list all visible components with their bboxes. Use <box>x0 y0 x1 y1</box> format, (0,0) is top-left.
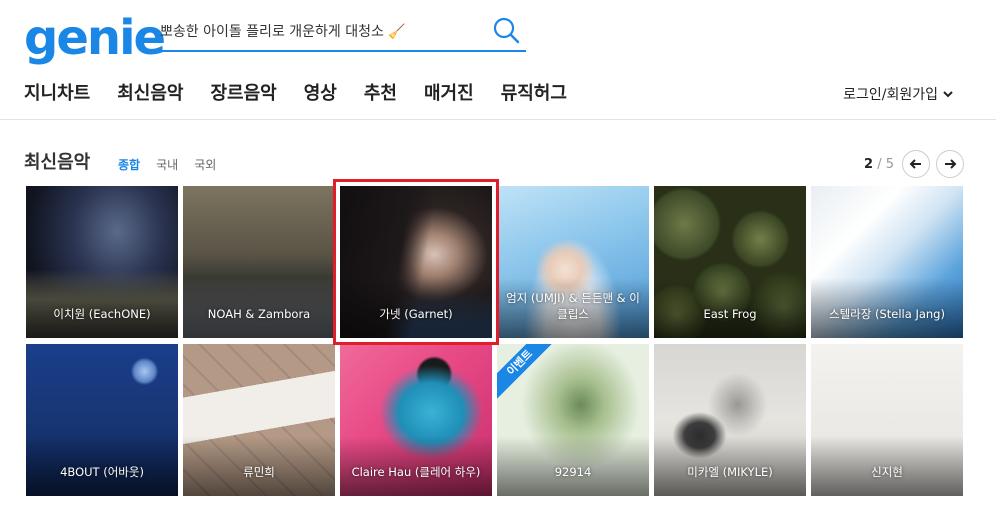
album-artist: 4BOUT (어바웃) <box>60 465 144 479</box>
next-page-button[interactable] <box>936 150 964 178</box>
nav-item-genre[interactable]: 장르음악 <box>211 80 277 108</box>
section-tabs: 종합 국내 국외 <box>118 156 216 173</box>
album-artist: East Frog <box>703 307 757 321</box>
album-artist: 이치원 (EachONE) <box>53 307 151 321</box>
genie-logo[interactable]: genie <box>24 10 166 66</box>
login-signup-menu[interactable]: 로그인/회원가입 <box>843 84 954 104</box>
page-total: / 5 <box>877 157 894 172</box>
arrow-right-icon <box>945 159 957 169</box>
nav-item-latest[interactable]: 최신음악 <box>117 80 183 108</box>
album-card-selected[interactable]: 가넷 (Garnet) <box>333 179 499 345</box>
nav-item-chart[interactable]: 지니차트 <box>24 80 90 108</box>
nav-item-recommend[interactable]: 추천 <box>364 80 397 108</box>
album-artist: 신지현 <box>871 465 903 479</box>
album-artist: NOAH & Zambora <box>207 307 311 321</box>
section-title: 최신음악 <box>24 152 91 173</box>
page-current: 2 <box>864 157 874 172</box>
album-card[interactable]: 이벤트 92914 <box>497 344 649 496</box>
album-artist: 미카엘 (MIKYLE) <box>687 465 773 479</box>
album-card[interactable]: 류민희 <box>183 344 335 496</box>
search-bar <box>160 12 526 52</box>
tab-all[interactable]: 종합 <box>118 156 140 173</box>
album-card[interactable]: 스텔라장 (Stella Jang) <box>811 186 963 338</box>
search-input[interactable] <box>160 20 480 44</box>
page-indicator: 2 / 5 <box>864 157 894 172</box>
tab-domestic[interactable]: 국내 <box>156 156 178 173</box>
prev-page-button[interactable] <box>902 150 930 178</box>
album-artist: 엄지 (UMJI) & 든든맨 & 이클립스 <box>506 291 640 321</box>
album-card[interactable]: Claire Hau (클레어 하우) <box>340 344 492 496</box>
main-nav: 지니차트 최신음악 장르음악 영상 추천 매거진 뮤직허그 <box>24 80 594 108</box>
album-artist: 가넷 (Garnet) <box>379 307 453 321</box>
album-card[interactable]: 이치원 (EachONE) <box>26 186 178 338</box>
tab-foreign[interactable]: 국외 <box>194 156 216 173</box>
search-button[interactable] <box>490 16 522 46</box>
album-card[interactable]: 미카엘 (MIKYLE) <box>654 344 806 496</box>
arrow-left-icon <box>909 159 921 169</box>
album-card[interactable]: 4BOUT (어바웃) <box>26 344 178 496</box>
album-card[interactable]: East Frog <box>654 186 806 338</box>
album-artist: Claire Hau (클레어 하우) <box>351 465 481 479</box>
nav-item-video[interactable]: 영상 <box>304 80 337 108</box>
album-card[interactable]: 신지현 <box>811 344 963 496</box>
album-artist: 92914 <box>554 465 592 479</box>
header-divider <box>0 119 996 120</box>
nav-item-magazine[interactable]: 매거진 <box>424 80 474 108</box>
album-artist: 스텔라장 (Stella Jang) <box>829 307 945 321</box>
nav-item-musichug[interactable]: 뮤직허그 <box>501 80 567 108</box>
album-card[interactable]: NOAH & Zambora <box>183 186 335 338</box>
login-signup-label: 로그인/회원가입 <box>843 87 938 103</box>
album-artist: 류민희 <box>243 465 275 479</box>
chevron-down-icon <box>943 91 953 98</box>
album-grid: 이치원 (EachONE) NOAH & Zambora 가넷 (Garnet)… <box>26 179 964 496</box>
search-icon <box>493 17 520 44</box>
album-card[interactable]: 엄지 (UMJI) & 든든맨 & 이클립스 <box>497 186 649 338</box>
